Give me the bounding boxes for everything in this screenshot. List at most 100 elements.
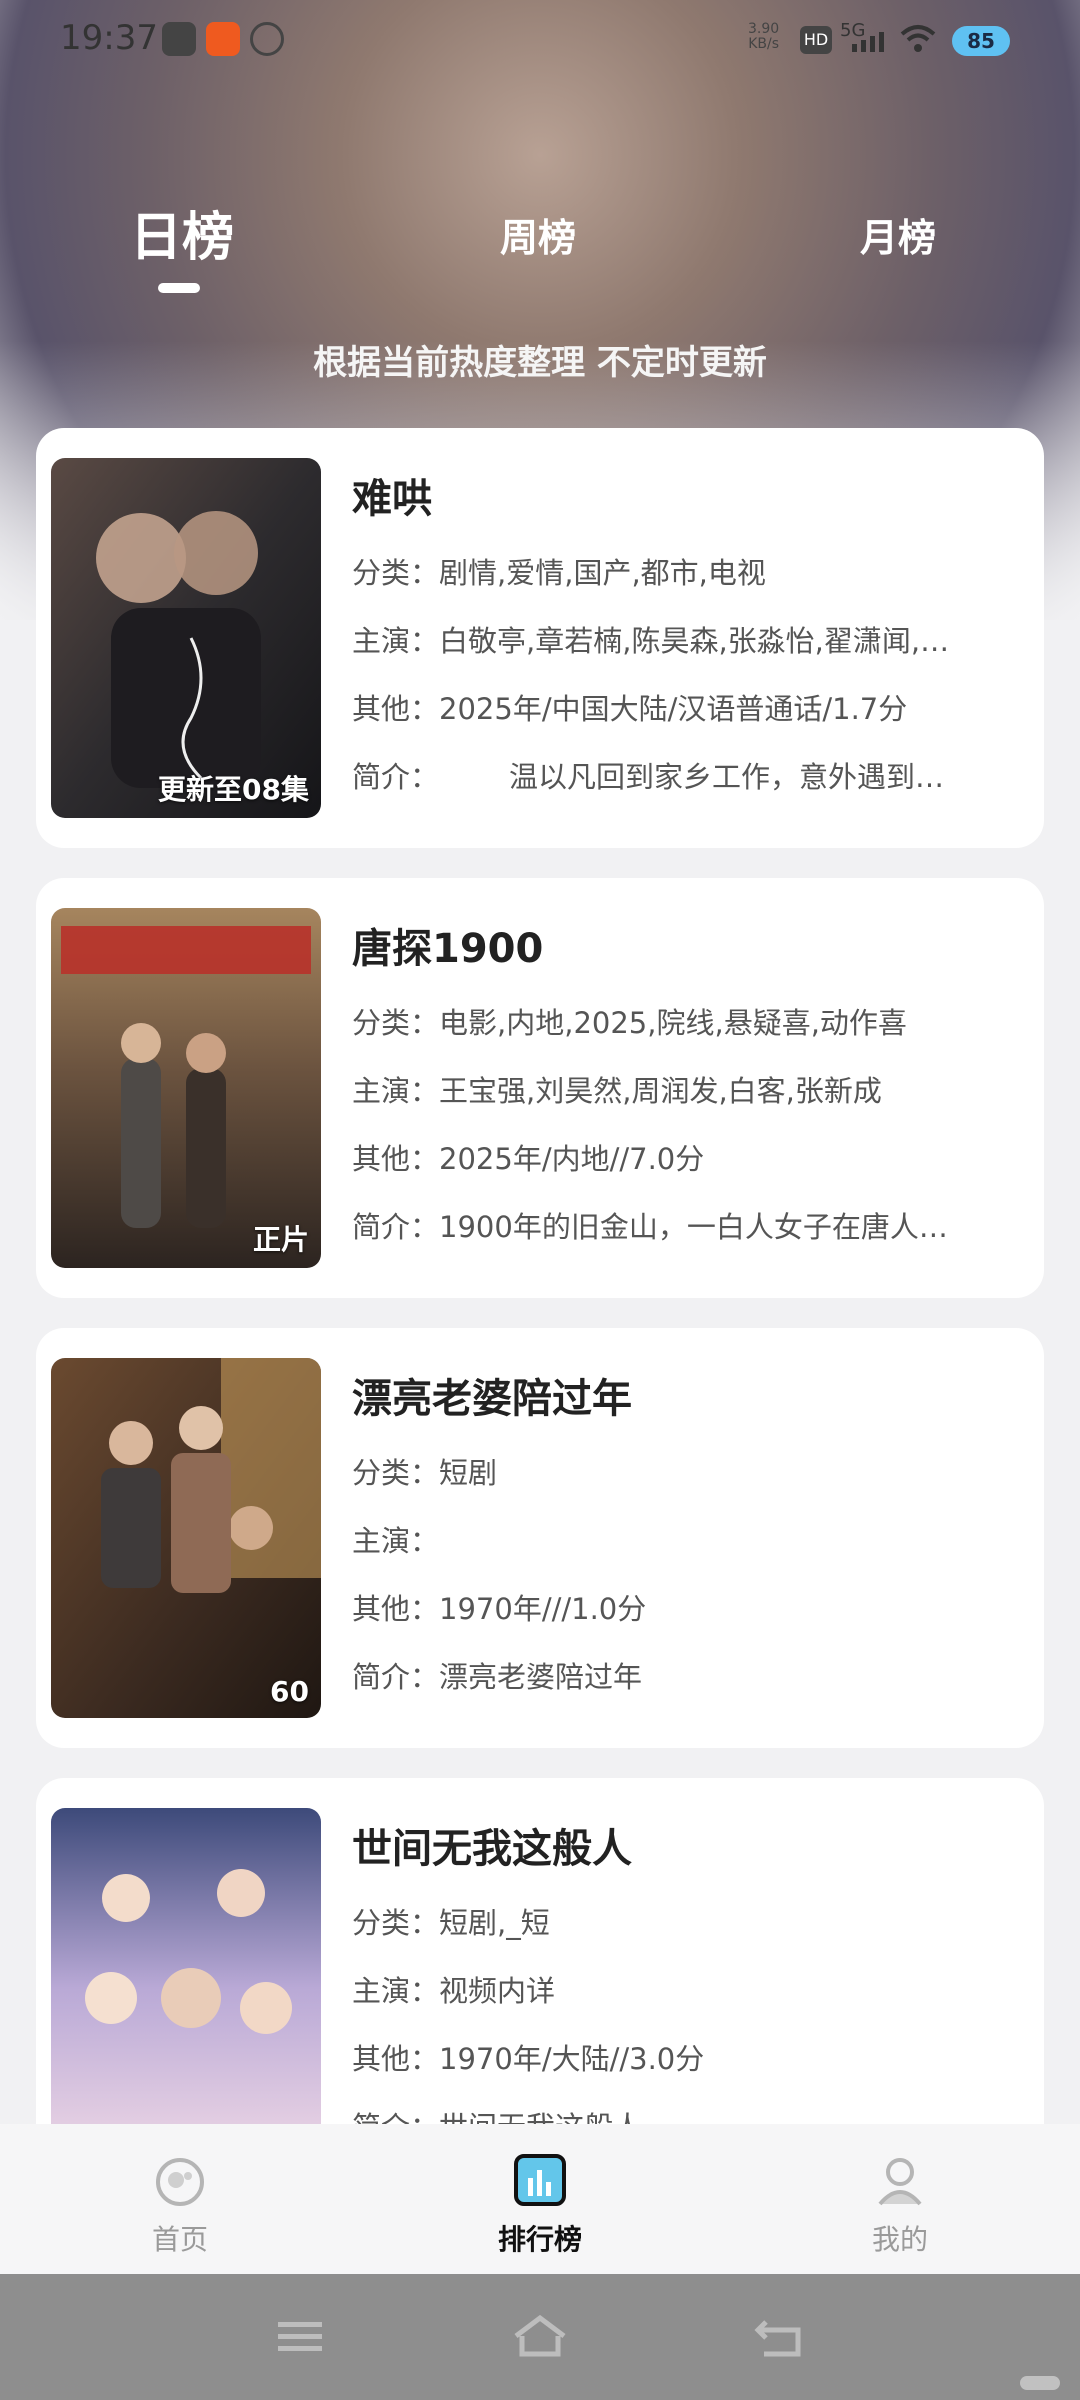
tab-monthly[interactable]: 月榜 (860, 207, 936, 262)
system-navigation-bar (0, 2274, 1080, 2400)
intro-value: 漂亮老婆陪过年 (439, 1660, 643, 1694)
net-speed-unit: KB/s (748, 36, 779, 52)
other-label: 其他： (352, 2042, 440, 2076)
poster-image[interactable]: 60 (51, 1358, 321, 1718)
nav-mine-label: 我的 (871, 2223, 928, 2256)
battery-indicator: 85 (952, 26, 1010, 56)
wifi-icon (900, 25, 936, 52)
intro-label: 简介： (352, 1210, 440, 1244)
list-item[interactable]: 更新至08集 难哄 分类： 剧情,爱情,国产,都市,电视 主演： 白敬亭,章若楠,陈… (36, 428, 1044, 848)
poster-image[interactable] (51, 1808, 321, 2168)
item-info: 难哄 分类： 剧情,爱情,国产,都市,电视 主演： 白敬亭,章若楠,陈昊森,张淼怡,… (352, 458, 1032, 822)
category-value: 短剧 (439, 1456, 498, 1490)
poster-art (51, 1808, 321, 2168)
other-label: 其他： (352, 1592, 440, 1626)
other-label: 其他： (352, 692, 440, 726)
cast-row: 主演： 王宝强,刘昊然,周润发,白客,张新成 (352, 1068, 1032, 1136)
cast-value: 王宝强,刘昊然,周润发,白客,张新成 (439, 1074, 882, 1108)
nav-mine[interactable]: 我的 (800, 2152, 1000, 2258)
item-title[interactable]: 唐探1900 (352, 916, 1032, 974)
poster-art (51, 1358, 321, 1718)
user-icon (878, 2158, 922, 2206)
menu-icon[interactable] (270, 2312, 330, 2362)
other-row: 其他： 1970年///1.0分 (352, 1586, 1032, 1654)
category-label: 分类： (352, 1456, 440, 1490)
other-value: 1970年/大陆//3.0分 (439, 2042, 705, 2076)
active-tab-indicator (158, 283, 200, 293)
gesture-handle[interactable] (1020, 2376, 1060, 2390)
category-row: 分类： 剧情,爱情,国产,都市,电视 (352, 550, 1032, 618)
other-row: 其他： 2025年/中国大陆/汉语普通话/1.7分 (352, 686, 1032, 754)
other-value: 2025年/内地//7.0分 (439, 1142, 705, 1176)
category-value: 短剧,_短 (439, 1906, 550, 1940)
hd-icon: HD (800, 26, 832, 54)
home-icon[interactable] (510, 2312, 570, 2362)
ranking-subtitle: 根据当前热度整理 不定时更新 (313, 343, 767, 383)
cast-label: 主演： (352, 1524, 440, 1558)
cast-row: 主演： 视频内详 (352, 1968, 1032, 2036)
item-title[interactable]: 世间无我这般人 (352, 1816, 1032, 1874)
poster-art (51, 458, 321, 818)
intro-row: 简介： 漂亮老婆陪过年 (352, 1654, 1032, 1722)
item-info: 世间无我这般人 分类： 短剧,_短 主演： 视频内详 其他： 1970年/大陆//3.… (352, 1808, 1032, 2172)
cast-label: 主演： (352, 1974, 440, 2008)
item-title[interactable]: 漂亮老婆陪过年 (352, 1366, 1032, 1424)
cast-label: 主演： (352, 1074, 440, 1108)
category-row: 分类： 电影,内地,2025,院线,悬疑喜,动作喜 (352, 1000, 1032, 1068)
back-icon[interactable] (750, 2312, 810, 2362)
tab-daily[interactable]: 日榜 (130, 195, 234, 270)
item-title[interactable]: 难哄 (352, 466, 1032, 524)
ranking-list: 更新至08集 难哄 分类： 剧情,爱情,国产,都市,电视 主演： 白敬亭,章若楠,陈… (36, 428, 1044, 2228)
intro-row: 简介： 温以凡回到家乡工作，意外遇到… (352, 754, 1032, 822)
intro-value: 温以凡回到家乡工作，意外遇到… (509, 760, 945, 794)
other-row: 其他： 2025年/内地//7.0分 (352, 1136, 1032, 1204)
net-speed: 3.90 KB/s (748, 22, 779, 52)
cast-row: 主演： (352, 1518, 1032, 1586)
category-value: 电影,内地,2025,院线,悬疑喜,动作喜 (439, 1006, 907, 1040)
item-info: 漂亮老婆陪过年 分类： 短剧 主演： 其他： 1970年///1.0分 简介： 漂亮老… (352, 1358, 1032, 1722)
intro-label: 简介： (352, 1660, 440, 1694)
other-value: 1970年///1.0分 (439, 1592, 647, 1626)
intro-row: 简介： 1900年的旧金山，一白人女子在唐人… (352, 1204, 1032, 1272)
list-item[interactable]: 60 漂亮老婆陪过年 分类： 短剧 主演： 其他： 1970年///1.0分 简介：… (36, 1328, 1044, 1748)
category-value: 剧情,爱情,国产,都市,电视 (439, 556, 766, 590)
category-row: 分类： 短剧,_短 (352, 1900, 1032, 1968)
sync-icon (250, 22, 284, 56)
other-label: 其他： (352, 1142, 440, 1176)
episode-badge: 更新至08集 (158, 773, 309, 806)
signal-icon (852, 32, 884, 52)
net-speed-value: 3.90 (748, 21, 780, 37)
nav-ranking-label: 排行榜 (497, 2223, 582, 2256)
episode-badge: 60 (270, 1675, 309, 1708)
poster-image[interactable]: 正片 (51, 908, 321, 1268)
list-item[interactable]: 正片 唐探1900 分类： 电影,内地,2025,院线,悬疑喜,动作喜 主演： 王宝… (36, 878, 1044, 1298)
cast-value: 视频内详 (439, 1974, 556, 2008)
category-label: 分类： (352, 1006, 440, 1040)
cast-value: 白敬亭,章若楠,陈昊森,张淼怡,翟潇闻,… (439, 624, 950, 658)
category-label: 分类： (352, 1906, 440, 1940)
status-time: 19:37 (60, 18, 158, 58)
other-row: 其他： 1970年/大陆//3.0分 (352, 2036, 1032, 2104)
tab-weekly[interactable]: 周榜 (500, 207, 576, 262)
nav-home[interactable]: 首页 (80, 2152, 280, 2258)
nav-home-label: 首页 (151, 2223, 208, 2256)
tv-icon (156, 2158, 204, 2206)
category-label: 分类： (352, 556, 440, 590)
app-notification-icon (206, 22, 240, 56)
item-info: 唐探1900 分类： 电影,内地,2025,院线,悬疑喜,动作喜 主演： 王宝强,刘… (352, 908, 1032, 1272)
episode-badge: 正片 (252, 1223, 309, 1256)
other-value: 2025年/中国大陆/汉语普通话/1.7分 (439, 692, 908, 726)
cast-row: 主演： 白敬亭,章若楠,陈昊森,张淼怡,翟潇闻,… (352, 618, 1032, 686)
intro-label: 简介： (352, 760, 440, 794)
chart-icon (514, 2154, 566, 2206)
bottom-navigation: 首页 排行榜 我的 (0, 2124, 1080, 2274)
ranking-tabs: 日榜 周榜 月榜 (0, 195, 1080, 295)
category-row: 分类： 短剧 (352, 1450, 1032, 1518)
notification-icon (162, 22, 196, 56)
cast-label: 主演： (352, 624, 440, 658)
intro-value: 1900年的旧金山，一白人女子在唐人… (439, 1210, 948, 1244)
poster-image[interactable]: 更新至08集 (51, 458, 321, 818)
poster-art (51, 908, 321, 1268)
nav-ranking[interactable]: 排行榜 (440, 2152, 640, 2258)
status-bar: 19:37 3.90 KB/s HD 5G 85 (0, 0, 1080, 80)
